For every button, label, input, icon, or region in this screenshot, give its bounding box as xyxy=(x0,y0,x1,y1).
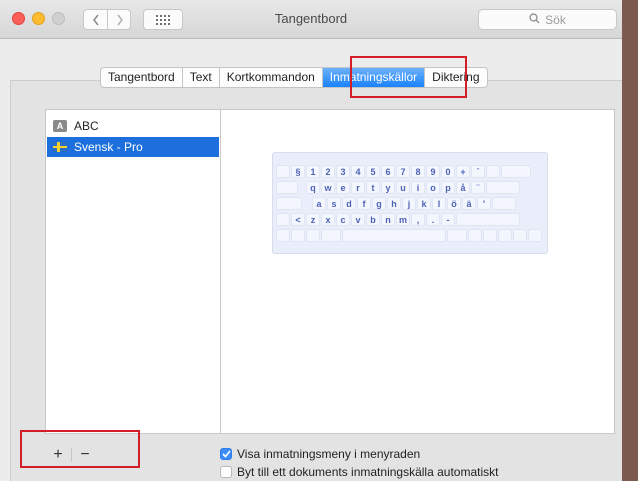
key xyxy=(456,213,520,226)
key xyxy=(447,229,467,242)
key: y xyxy=(381,181,395,194)
key: n xyxy=(381,213,395,226)
keyboard-row: q w e r t y u i o p å ¨ xyxy=(273,181,549,195)
key xyxy=(492,197,516,210)
key: ´ xyxy=(471,165,485,178)
key: - xyxy=(441,213,455,226)
tab-text[interactable]: Text xyxy=(183,68,220,87)
swedish-flag-icon xyxy=(53,142,67,152)
key: ö xyxy=(447,197,461,210)
key: 9 xyxy=(426,165,440,178)
key: d xyxy=(342,197,356,210)
keyboard-row: a s d f g h j k l ö ä ' xyxy=(273,197,549,211)
key: 2 xyxy=(321,165,335,178)
keyboard-layout-preview: § 1 2 3 4 5 6 7 8 9 0 + ´ q w e r t y u … xyxy=(272,152,548,254)
key xyxy=(483,229,497,242)
key: 6 xyxy=(381,165,395,178)
list-item-label: Svensk - Pro xyxy=(74,140,143,154)
search-field[interactable]: Sök xyxy=(478,9,617,30)
auto-switch-source-label: Byt till ett dokuments inmatningskälla a… xyxy=(237,465,499,479)
key: a xyxy=(312,197,326,210)
key xyxy=(306,229,320,242)
key: ' xyxy=(477,197,491,210)
key xyxy=(528,229,542,242)
key: 1 xyxy=(306,165,320,178)
auto-switch-source-option[interactable]: Byt till ett dokuments inmatningskälla a… xyxy=(220,465,498,479)
key xyxy=(498,229,512,242)
key: § xyxy=(291,165,305,178)
highlight-box-list-controls xyxy=(20,430,140,468)
key: f xyxy=(357,197,371,210)
key: 0 xyxy=(441,165,455,178)
key: b xyxy=(366,213,380,226)
key: i xyxy=(411,181,425,194)
key: t xyxy=(366,181,380,194)
key: g xyxy=(372,197,386,210)
key: e xyxy=(336,181,350,194)
key: p xyxy=(441,181,455,194)
input-sources-list: A ABC Svensk - Pro xyxy=(45,109,220,434)
key: s xyxy=(327,197,341,210)
key: ä xyxy=(462,197,476,210)
key: m xyxy=(396,213,410,226)
key xyxy=(276,197,302,210)
key: j xyxy=(402,197,416,210)
key: x xyxy=(321,213,335,226)
title-bar: Tangentbord Sök xyxy=(0,0,622,39)
tab-kortkommandon[interactable]: Kortkommandon xyxy=(220,68,323,87)
key: . xyxy=(426,213,440,226)
key: å xyxy=(456,181,470,194)
key xyxy=(291,229,305,242)
key: q xyxy=(306,181,320,194)
key: 8 xyxy=(411,165,425,178)
show-input-menu-label: Visa inmatningsmeny i menyraden xyxy=(237,447,421,461)
key xyxy=(501,165,531,178)
key: z xyxy=(306,213,320,226)
keyboard-row: § 1 2 3 4 5 6 7 8 9 0 + ´ xyxy=(273,165,549,179)
key xyxy=(321,229,341,242)
key: o xyxy=(426,181,440,194)
key: ¨ xyxy=(471,181,485,194)
highlight-box-tab xyxy=(350,56,467,98)
key: 3 xyxy=(336,165,350,178)
key: w xyxy=(321,181,335,194)
key xyxy=(513,229,527,242)
key: 5 xyxy=(366,165,380,178)
key: , xyxy=(411,213,425,226)
key: l xyxy=(432,197,446,210)
key xyxy=(486,181,520,194)
keyboard-row: < z x c v b n m , . - xyxy=(273,213,549,227)
show-input-menu-option[interactable]: Visa inmatningsmeny i menyraden xyxy=(220,447,420,461)
key: c xyxy=(336,213,350,226)
key: v xyxy=(351,213,365,226)
key: < xyxy=(291,213,305,226)
list-item-svensk-pro[interactable]: Svensk - Pro xyxy=(47,137,219,157)
key xyxy=(276,165,290,178)
key xyxy=(342,229,446,242)
keyboard-preferences-window: Tangentbord Sök Tangentbord Text Kortkom… xyxy=(0,0,622,481)
search-placeholder: Sök xyxy=(545,12,566,27)
key: 4 xyxy=(351,165,365,178)
key: r xyxy=(351,181,365,194)
key xyxy=(468,229,482,242)
key xyxy=(276,213,290,226)
list-item-label: ABC xyxy=(74,119,99,133)
key xyxy=(276,181,298,194)
key: h xyxy=(387,197,401,210)
abc-source-icon: A xyxy=(53,120,67,132)
list-item-abc[interactable]: A ABC xyxy=(47,116,219,136)
tab-tangentbord[interactable]: Tangentbord xyxy=(101,68,183,87)
checkbox-unchecked-icon[interactable] xyxy=(220,466,232,478)
search-icon xyxy=(529,12,540,27)
key: 7 xyxy=(396,165,410,178)
key: + xyxy=(456,165,470,178)
key: u xyxy=(396,181,410,194)
keyboard-row xyxy=(273,229,549,243)
checkbox-checked-icon[interactable] xyxy=(220,448,232,460)
key xyxy=(486,165,500,178)
key: k xyxy=(417,197,431,210)
key xyxy=(276,229,290,242)
